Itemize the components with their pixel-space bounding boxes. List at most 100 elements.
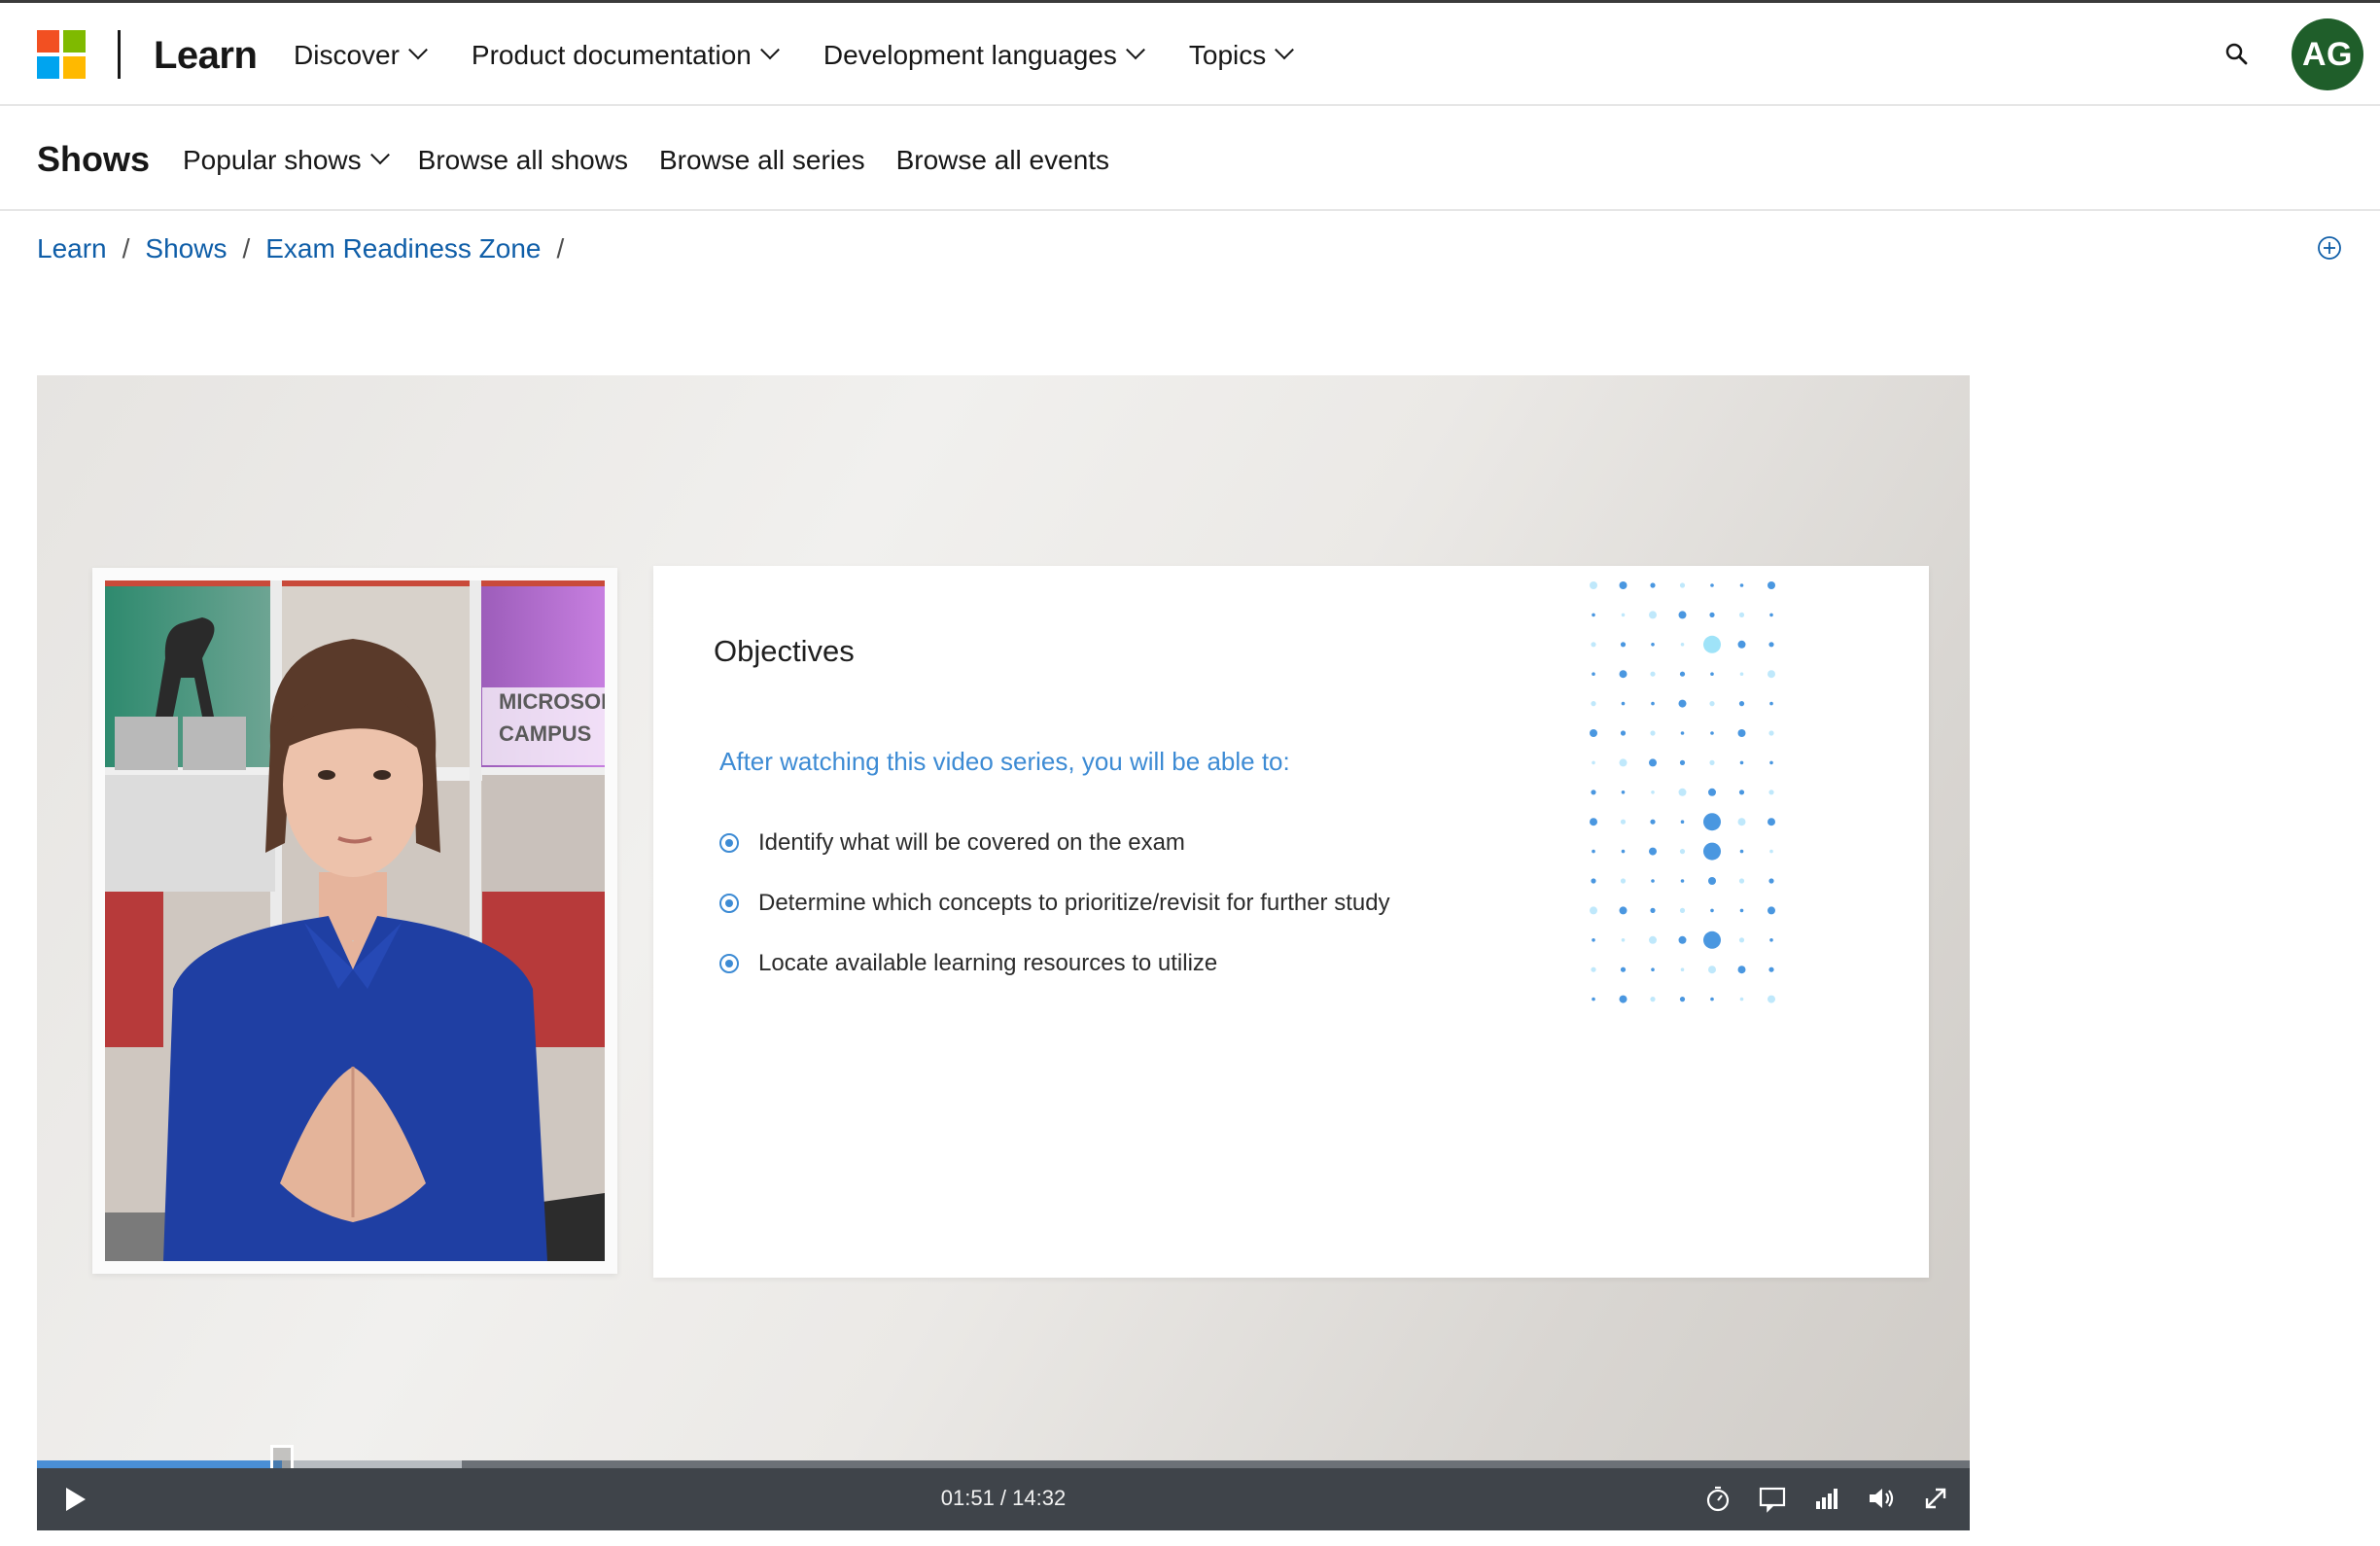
decorative-dot [1590, 818, 1597, 826]
nav-popular-shows[interactable]: Popular shows [183, 145, 390, 176]
decorative-dot [1679, 582, 1686, 588]
decorative-dot [1680, 643, 1685, 647]
decorative-dot [1768, 670, 1775, 679]
nav-development-languages[interactable]: Development languages [822, 40, 1145, 71]
decorative-dot [1737, 729, 1746, 737]
nav-browse-all-series-label: Browse all series [658, 145, 865, 175]
decorative-dot [1710, 731, 1714, 735]
decorative-dot [1768, 995, 1775, 1003]
decorative-dot [1768, 581, 1775, 589]
decorative-dot [1620, 966, 1627, 972]
slide-subtitle: After watching this video series, you wi… [719, 747, 1290, 776]
search-icon[interactable] [2224, 42, 2248, 65]
chevron-down-icon [759, 40, 780, 60]
playback-speed-icon[interactable] [1703, 1484, 1732, 1513]
radio-bullet-icon [719, 954, 739, 973]
decorative-dot [1591, 701, 1596, 707]
chevron-down-icon [408, 40, 428, 60]
decorative-dot [1769, 849, 1773, 854]
decorative-dot [1592, 613, 1595, 617]
decorative-dot [1769, 760, 1773, 765]
decorative-dot [1591, 966, 1596, 972]
chevron-down-icon [1275, 40, 1295, 60]
decorative-dot [1679, 671, 1686, 677]
slide-bullet: Determine which concepts to prioritize/r… [719, 873, 1390, 933]
decorative-dot [1650, 997, 1656, 1002]
decorative-dot [1649, 935, 1657, 944]
decorative-dot [1710, 672, 1714, 676]
decorative-dot [1592, 672, 1595, 676]
decorative-dot [1709, 759, 1715, 765]
decorative-dot [1621, 849, 1626, 854]
decorative-dot [1651, 879, 1655, 883]
user-avatar[interactable]: AG [2292, 18, 2363, 90]
decorative-dot [1768, 878, 1774, 884]
decorative-dot [1650, 907, 1656, 913]
decorative-dot [1621, 701, 1626, 706]
decorative-dot [1651, 701, 1655, 706]
fullscreen-icon[interactable] [1921, 1484, 1950, 1513]
decorative-dot [1650, 582, 1656, 588]
volume-icon[interactable] [1867, 1484, 1896, 1513]
decorative-dot [1680, 731, 1685, 735]
breadcrumb-learn[interactable]: Learn [37, 233, 107, 264]
decorative-dot-grid [1590, 581, 1775, 1003]
decorative-dot [1737, 818, 1746, 826]
decorative-dot [1739, 760, 1744, 765]
quality-icon[interactable] [1812, 1484, 1841, 1513]
decorative-dot [1678, 935, 1687, 944]
radio-bullet-icon [719, 894, 739, 913]
decorative-dot [1768, 790, 1774, 795]
captions-icon[interactable] [1758, 1484, 1787, 1513]
decorative-dot [1769, 701, 1773, 706]
decorative-dot [1737, 966, 1746, 974]
decorative-dot [1710, 583, 1714, 587]
decorative-dot [1710, 908, 1714, 913]
slide-bullet-text: Identify what will be covered on the exa… [758, 829, 1185, 856]
decorative-dot [1680, 820, 1685, 824]
nav-development-languages-label: Development languages [822, 40, 1117, 70]
decorative-dot [1768, 906, 1775, 915]
decorative-dot [1709, 612, 1715, 617]
global-nav: Discover Product documentation Developme… [294, 40, 1295, 71]
decorative-dot [1703, 635, 1721, 653]
nav-browse-all-series[interactable]: Browse all series [659, 145, 865, 176]
nav-discover[interactable]: Discover [294, 40, 428, 71]
decorative-dot [1769, 613, 1773, 617]
decorative-dot [1703, 931, 1721, 949]
decorative-dot [1592, 849, 1595, 854]
decorative-dot [1592, 938, 1595, 942]
decorative-dot [1590, 729, 1597, 737]
breadcrumb-separator: / [556, 233, 565, 264]
decorative-dot [1768, 642, 1774, 648]
nav-topics[interactable]: Topics [1189, 40, 1295, 71]
decorative-dot [1738, 937, 1745, 943]
add-collection-icon[interactable] [2317, 235, 2342, 261]
shows-header: Shows Popular shows Browse all shows Bro… [0, 106, 2380, 211]
decorative-dot [1620, 878, 1627, 884]
decorative-dot [1680, 967, 1685, 971]
decorative-dot [1703, 842, 1721, 861]
decorative-dot [1739, 997, 1744, 1001]
progress-bar[interactable] [37, 1460, 1970, 1468]
video-player[interactable]: MICROSOFT CAMPUS Objectives After [37, 375, 1970, 1530]
slide-bullet-text: Determine which concepts to prioritize/r… [758, 890, 1390, 916]
nav-product-documentation-label: Product documentation [471, 40, 752, 70]
decorative-dot [1738, 612, 1745, 617]
breadcrumb-exam-readiness-zone[interactable]: Exam Readiness Zone [265, 233, 541, 264]
breadcrumb-shows[interactable]: Shows [145, 233, 227, 264]
chevron-down-icon [369, 145, 390, 165]
nav-browse-all-events[interactable]: Browse all events [896, 145, 1109, 176]
nav-product-documentation[interactable]: Product documentation [471, 40, 780, 71]
decorative-dot [1680, 879, 1685, 883]
slide-bullet: Identify what will be covered on the exa… [719, 813, 1390, 873]
decorative-dot [1768, 818, 1775, 826]
breadcrumb: Learn / Shows / Exam Readiness Zone / [37, 233, 564, 264]
nav-browse-all-shows[interactable]: Browse all shows [418, 145, 628, 176]
decorative-dot [1619, 758, 1628, 767]
microsoft-logo-icon[interactable] [37, 30, 86, 79]
nav-browse-all-shows-label: Browse all shows [417, 145, 628, 175]
shows-title[interactable]: Shows [37, 139, 150, 180]
brand-learn[interactable]: Learn [154, 34, 258, 78]
decorative-dot [1708, 966, 1716, 974]
